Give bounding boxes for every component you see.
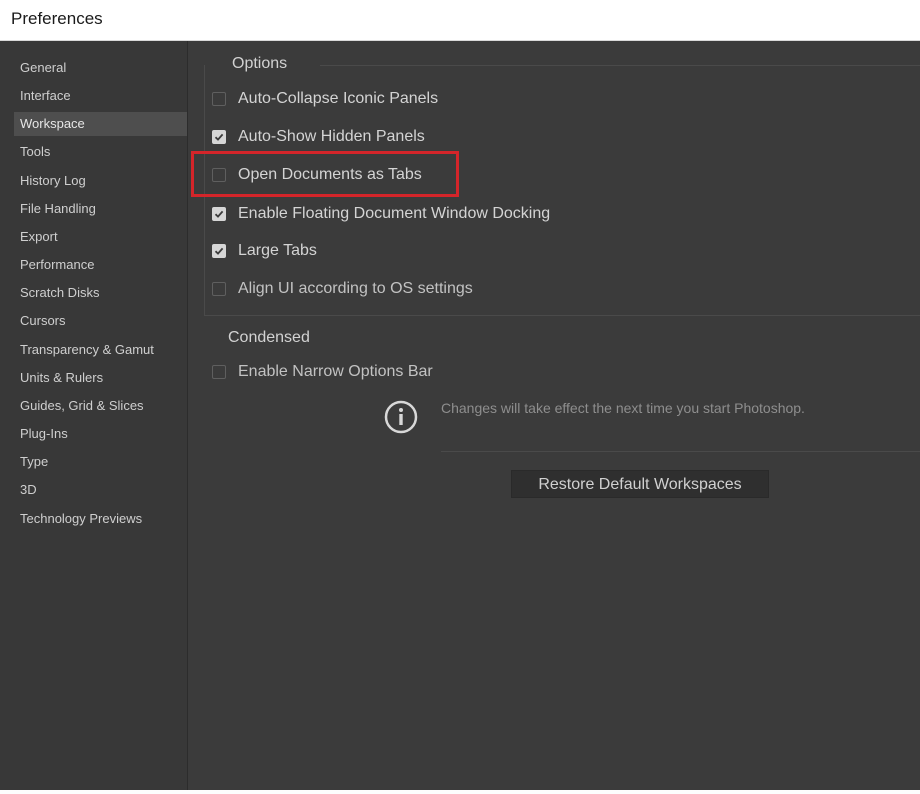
checkmark-icon <box>214 210 224 218</box>
enable-floating-document-window-docking-option[interactable]: Enable Floating Document Window Docking <box>212 201 550 227</box>
info-message: Changes will take effect the next time y… <box>441 400 805 416</box>
sidebar-item-performance[interactable]: Performance <box>14 253 187 277</box>
sidebar-item-plug-ins[interactable]: Plug-Ins <box>14 422 187 446</box>
auto-collapse-iconic-panels-label: Auto-Collapse Iconic Panels <box>238 90 439 107</box>
auto-show-hidden-panels-option[interactable]: Auto-Show Hidden Panels <box>212 124 425 150</box>
highlight-box <box>191 151 459 197</box>
sidebar-item-interface[interactable]: Interface <box>14 84 187 108</box>
align-ui-os-settings-checkbox[interactable] <box>212 282 226 296</box>
info-bottom-rule <box>441 451 920 452</box>
sidebar-item-type[interactable]: Type <box>14 450 187 474</box>
large-tabs-option[interactable]: Large Tabs <box>212 238 317 264</box>
condensed-group-label: Condensed <box>228 329 310 346</box>
title-bar: Preferences <box>0 0 920 41</box>
sidebar-item-cursors[interactable]: Cursors <box>14 309 187 333</box>
align-ui-os-settings-label: Align UI according to OS settings <box>238 280 473 297</box>
sidebar-item-export[interactable]: Export <box>14 225 187 249</box>
window-bottom-edge <box>0 790 920 794</box>
sidebar-item-tools[interactable]: Tools <box>14 140 187 164</box>
window-title: Preferences <box>11 9 103 28</box>
auto-collapse-iconic-panels-checkbox[interactable] <box>212 92 226 106</box>
sidebar-item-history-log[interactable]: History Log <box>14 169 187 193</box>
sidebar-item-scratch-disks[interactable]: Scratch Disks <box>14 281 187 305</box>
enable-narrow-options-bar-checkbox[interactable] <box>212 365 226 379</box>
checkmark-icon <box>214 133 224 141</box>
enable-narrow-options-bar-label: Enable Narrow Options Bar <box>238 363 433 380</box>
enable-floating-document-window-docking-label: Enable Floating Document Window Docking <box>238 205 551 222</box>
sidebar-item-transparency-gamut[interactable]: Transparency & Gamut <box>14 338 187 362</box>
info-icon <box>384 400 418 434</box>
options-group-bottom-rule <box>204 315 920 316</box>
sidebar-item-technology-previews[interactable]: Technology Previews <box>14 507 187 531</box>
sidebar-item-workspace[interactable]: Workspace <box>14 112 187 136</box>
enable-narrow-options-bar-option[interactable]: Enable Narrow Options Bar <box>212 359 433 385</box>
auto-show-hidden-panels-label: Auto-Show Hidden Panels <box>238 128 425 145</box>
sidebar-item-3d[interactable]: 3D <box>14 478 187 502</box>
workspace-preferences-panel: Options Auto-Collapse Iconic Panels Auto… <box>188 41 920 790</box>
align-ui-os-settings-option[interactable]: Align UI according to OS settings <box>212 276 473 302</box>
large-tabs-checkbox[interactable] <box>212 244 226 258</box>
sidebar-item-general[interactable]: General <box>14 56 187 80</box>
auto-show-hidden-panels-checkbox[interactable] <box>212 130 226 144</box>
sidebar-item-units-rulers[interactable]: Units & Rulers <box>14 366 187 390</box>
large-tabs-label: Large Tabs <box>238 242 317 259</box>
options-group-label: Options <box>232 55 288 72</box>
preferences-sidebar: General Interface Workspace Tools Histor… <box>0 41 188 790</box>
preferences-window: General Interface Workspace Tools Histor… <box>0 41 920 790</box>
sidebar-item-file-handling[interactable]: File Handling <box>14 197 187 221</box>
enable-floating-document-window-docking-checkbox[interactable] <box>212 207 226 221</box>
restore-default-workspaces-button[interactable]: Restore Default Workspaces <box>511 470 769 498</box>
sidebar-item-guides-grid-slices[interactable]: Guides, Grid & Slices <box>14 394 187 418</box>
checkmark-icon <box>214 247 224 255</box>
options-group-rule <box>320 65 920 66</box>
auto-collapse-iconic-panels-option[interactable]: Auto-Collapse Iconic Panels <box>212 86 438 112</box>
